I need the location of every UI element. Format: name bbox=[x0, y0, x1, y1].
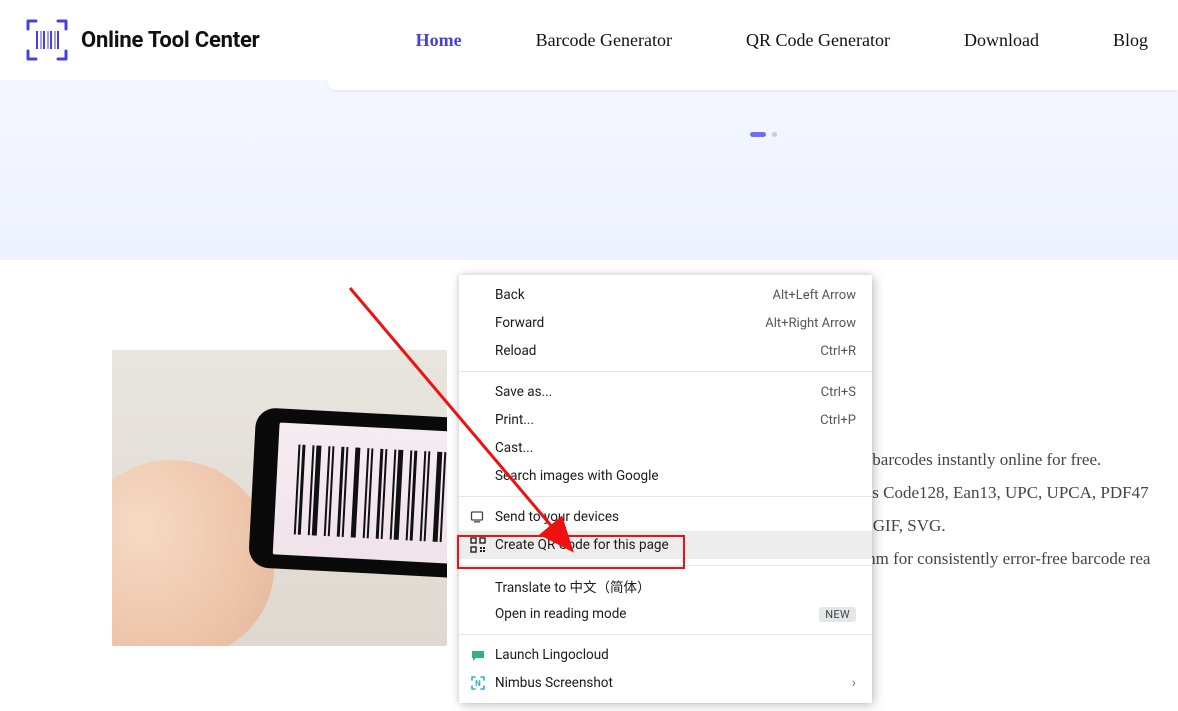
feature-copy: an barcodes instantly online for free. n… bbox=[852, 444, 1150, 576]
menu-label: Send to your devices bbox=[495, 509, 856, 525]
context-menu-print[interactable]: Print... Ctrl+P bbox=[459, 406, 872, 434]
menu-shortcut: Alt+Right Arrow bbox=[765, 316, 856, 331]
context-menu-send-to-devices[interactable]: Send to your devices bbox=[459, 503, 872, 531]
menu-label: Nimbus Screenshot bbox=[495, 675, 852, 691]
nav-barcode-generator[interactable]: Barcode Generator bbox=[536, 30, 672, 51]
menu-label: Open in reading mode bbox=[495, 606, 811, 622]
hero-band bbox=[0, 80, 1178, 260]
menu-label: Cast... bbox=[495, 440, 856, 456]
menu-label: Create QR Code for this page bbox=[495, 537, 856, 553]
main-nav: Home Barcode Generator QR Code Generator… bbox=[416, 30, 1148, 51]
context-menu-nimbus[interactable]: N Nimbus Screenshot › bbox=[459, 669, 872, 697]
context-menu-translate[interactable]: Translate to 中文（简体） bbox=[459, 572, 872, 600]
context-menu-search-images[interactable]: Search images with Google bbox=[459, 462, 872, 490]
feature-line: n as Code128, Ean13, UPC, UPCA, PDF47 bbox=[852, 477, 1150, 508]
hero-card-edge bbox=[328, 80, 1178, 90]
feature-line: an barcodes instantly online for free. bbox=[852, 444, 1150, 475]
nav-blog[interactable]: Blog bbox=[1113, 30, 1148, 51]
menu-label: Back bbox=[495, 287, 772, 303]
browser-context-menu: Back Alt+Left Arrow Forward Alt+Right Ar… bbox=[459, 275, 872, 703]
context-menu-lingocloud[interactable]: Launch Lingocloud bbox=[459, 641, 872, 669]
menu-shortcut: Alt+Left Arrow bbox=[772, 288, 856, 303]
menu-label: Translate to 中文（简体） bbox=[495, 576, 856, 596]
qr-code-icon bbox=[469, 536, 487, 554]
menu-label: Save as... bbox=[495, 384, 821, 400]
context-menu-save-as[interactable]: Save as... Ctrl+S bbox=[459, 378, 872, 406]
feature-line: rithm for consistently error-free barcod… bbox=[852, 543, 1150, 574]
svg-text:N: N bbox=[475, 679, 481, 688]
lingocloud-icon bbox=[469, 646, 487, 664]
menu-shortcut: Ctrl+R bbox=[820, 344, 856, 359]
feature-line: G, GIF, SVG. bbox=[852, 510, 1150, 541]
site-header: Online Tool Center Home Barcode Generato… bbox=[0, 0, 1178, 80]
carousel-dots bbox=[750, 132, 777, 137]
new-badge: NEW bbox=[819, 607, 856, 622]
menu-label: Forward bbox=[495, 315, 765, 331]
barcode-logo-icon bbox=[25, 18, 69, 62]
chevron-right-icon: › bbox=[852, 675, 856, 691]
feature-image bbox=[112, 350, 447, 646]
brand-logo[interactable]: Online Tool Center bbox=[25, 18, 260, 62]
menu-shortcut: Ctrl+P bbox=[820, 413, 856, 428]
phone-graphic bbox=[248, 407, 447, 582]
nav-download[interactable]: Download bbox=[964, 30, 1039, 51]
menu-label: Print... bbox=[495, 412, 820, 428]
menu-label: Reload bbox=[495, 343, 820, 359]
devices-icon bbox=[469, 508, 487, 526]
carousel-dot[interactable] bbox=[772, 132, 777, 137]
carousel-dot-active[interactable] bbox=[750, 132, 766, 137]
context-menu-back[interactable]: Back Alt+Left Arrow bbox=[459, 281, 872, 309]
phone-screen bbox=[273, 422, 447, 571]
context-menu-reading-mode[interactable]: Open in reading mode NEW bbox=[459, 600, 872, 628]
nav-qr-code-generator[interactable]: QR Code Generator bbox=[746, 30, 890, 51]
context-menu-reload[interactable]: Reload Ctrl+R bbox=[459, 337, 872, 365]
context-menu-forward[interactable]: Forward Alt+Right Arrow bbox=[459, 309, 872, 337]
barcode-graphic bbox=[294, 445, 447, 549]
nimbus-icon: N bbox=[469, 674, 487, 692]
context-menu-cast[interactable]: Cast... bbox=[459, 434, 872, 462]
nav-home[interactable]: Home bbox=[416, 30, 462, 51]
menu-label: Launch Lingocloud bbox=[495, 647, 856, 663]
menu-shortcut: Ctrl+S bbox=[821, 385, 856, 400]
context-menu-create-qr[interactable]: Create QR Code for this page bbox=[459, 531, 872, 559]
brand-name: Online Tool Center bbox=[81, 28, 260, 53]
menu-label: Search images with Google bbox=[495, 468, 856, 484]
